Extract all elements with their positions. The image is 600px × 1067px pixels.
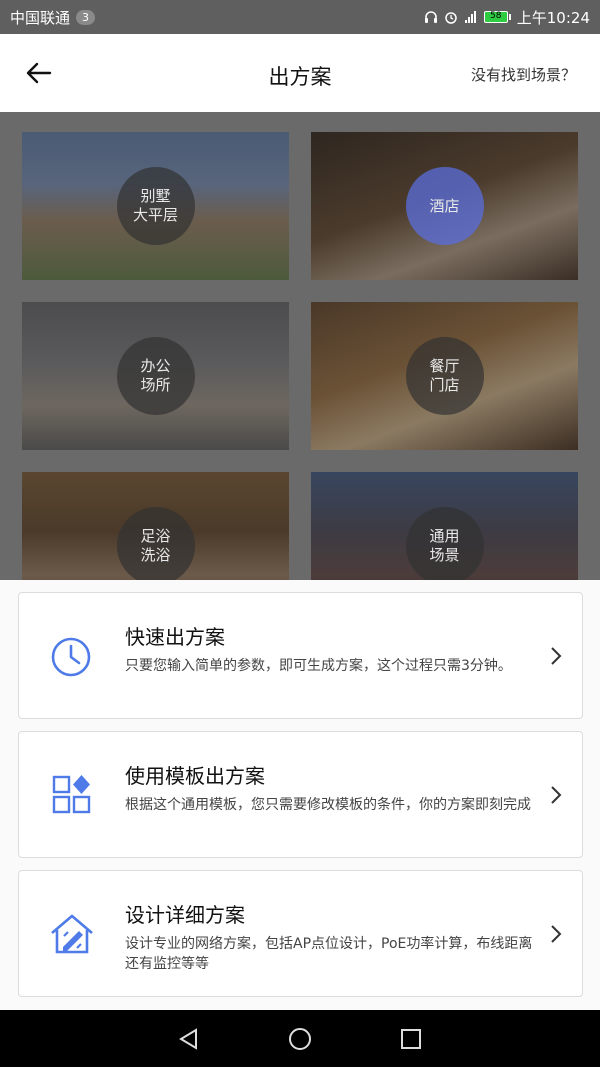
option-desc: 根据这个通用模板，您只需要修改模板的条件，你的方案即刻完成 [125,797,531,813]
alarm-icon [445,12,457,24]
scene-label: 酒店 [405,167,484,245]
house-design-icon [49,911,95,957]
scene-hotel[interactable]: 酒店 [311,132,578,280]
scene-restaurant[interactable]: 餐厅 门店 [311,302,578,450]
nav-recent-button[interactable] [396,1024,426,1054]
square-recent-icon [401,1029,421,1049]
signal-icon [464,11,476,23]
sim-badge: 3 [76,9,96,25]
scene-grid: 别墅 大平层 酒店 办公 场所 餐厅 门店 足浴 洗浴 通用 场景 [0,112,600,580]
option-title: 使用模板出方案 [125,764,265,788]
circle-home-icon [289,1028,311,1050]
option-quick-plan[interactable]: 快速出方案 只要您输入简单的参数，即可生成方案，这个过程只需3分钟。 [18,592,583,719]
system-nav-bar [0,1010,600,1067]
scene-label: 餐厅 门店 [405,337,484,415]
scene-office[interactable]: 办公 场所 [22,302,289,450]
scene-label: 办公 场所 [116,337,195,415]
option-desc: 设计专业的网络方案，包括AP点位设计，PoE功率计算，布线距离还有监控等等 [125,936,533,972]
option-title: 设计详细方案 [125,903,245,927]
nav-home-button[interactable] [285,1024,315,1054]
carrier-name: 中国联通 [10,8,71,27]
scene-label: 足浴 洗浴 [116,507,195,580]
plan-options-sheet: 快速出方案 只要您输入简单的参数，即可生成方案，这个过程只需3分钟。 使用模板出… [0,580,600,1010]
app-header: 出方案 没有找到场景？ [0,34,600,112]
scene-spa[interactable]: 足浴 洗浴 [22,472,289,580]
headphones-icon [424,11,437,23]
option-detailed-plan[interactable]: 设计详细方案 设计专业的网络方案，包括AP点位设计，PoE功率计算，布线距离还有… [18,870,583,997]
option-title: 快速出方案 [125,625,225,649]
nav-back-button[interactable] [173,1024,203,1054]
option-desc: 只要您输入简单的参数，即可生成方案，这个过程只需3分钟。 [125,658,512,674]
scene-label: 别墅 大平层 [116,167,195,245]
triangle-back-icon [179,1028,197,1050]
battery-icon: 58 [483,11,511,23]
chevron-right-icon [551,925,562,943]
scene-general[interactable]: 通用 场景 [311,472,578,580]
scene-label: 通用 场景 [405,507,484,580]
status-time: 上午10:24 [516,8,590,27]
option-template-plan[interactable]: 使用模板出方案 根据这个通用模板，您只需要修改模板的条件，你的方案即刻完成 [18,731,583,858]
template-grid-icon [49,772,95,818]
status-bar: 中国联通 3 58 上午10:24 [0,0,600,34]
clock-icon [49,633,95,679]
chevron-right-icon [551,786,562,804]
battery-level: 58 [483,11,508,23]
scene-villa[interactable]: 别墅 大平层 [22,132,289,280]
not-found-scene-link[interactable]: 没有找到场景？ [471,64,576,85]
chevron-right-icon [551,647,562,665]
